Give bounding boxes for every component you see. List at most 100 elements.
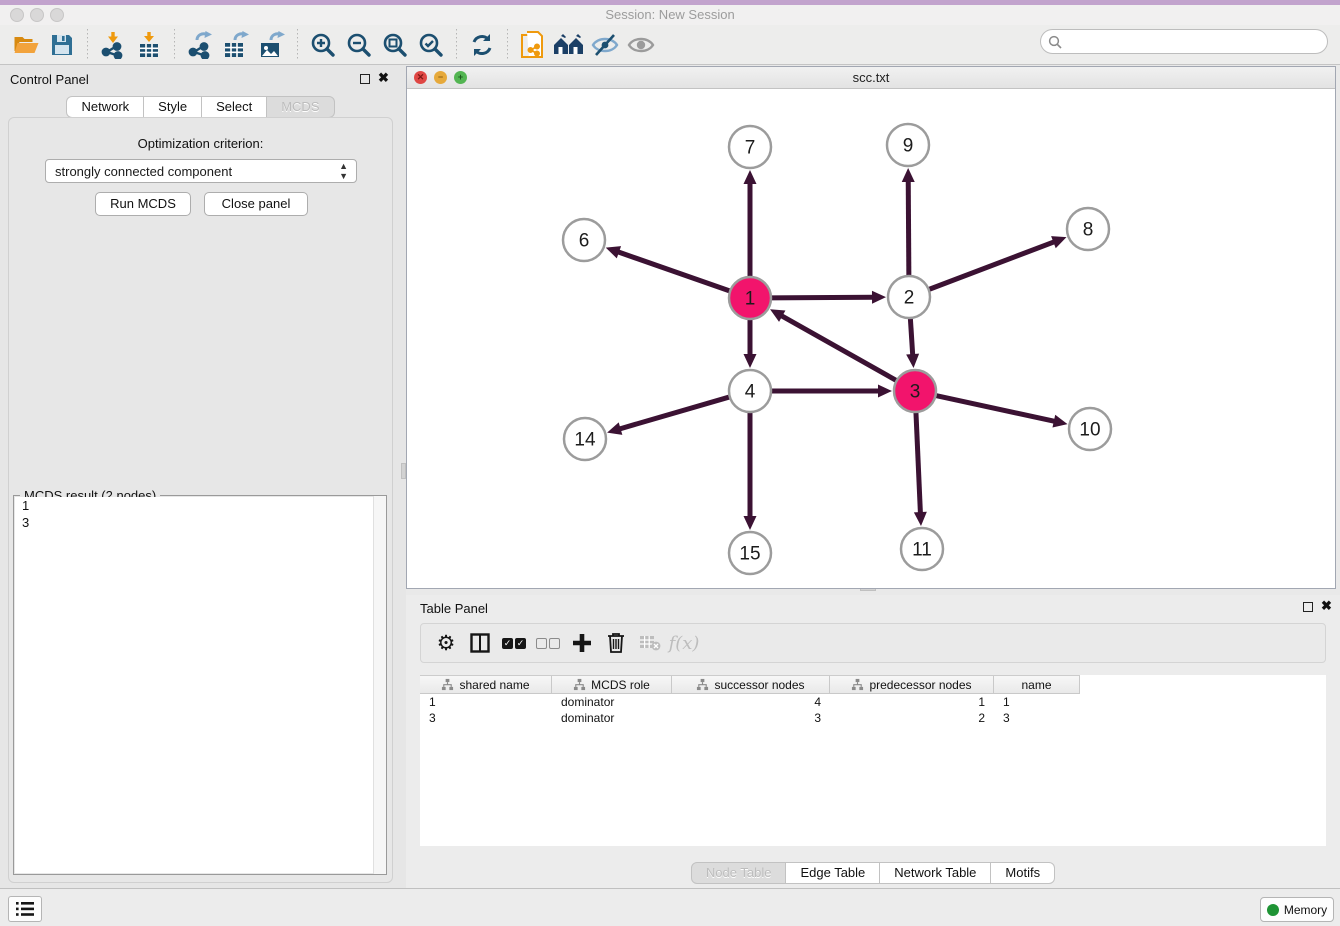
memory-button[interactable]: Memory: [1260, 897, 1334, 922]
graph-edge[interactable]: [910, 316, 913, 356]
close-window-button[interactable]: [10, 8, 24, 22]
float-table-panel-icon[interactable]: [1303, 602, 1313, 612]
graph-edge[interactable]: [908, 180, 909, 278]
control-panel-tabs: Network Style Select MCDS: [0, 96, 401, 118]
graph-edge[interactable]: [780, 315, 898, 381]
criterion-select[interactable]: strongly connected component ▲▼: [45, 159, 357, 183]
table-options-gear-icon[interactable]: ⚙: [429, 628, 463, 658]
table-cell[interactable]: 1: [420, 694, 552, 710]
toolbar-separator: [174, 29, 175, 61]
export-image-icon[interactable]: [254, 28, 290, 62]
select-all-columns-icon[interactable]: ✓✓: [497, 628, 531, 658]
column-header-predecessor-nodes[interactable]: predecessor nodes: [830, 676, 994, 693]
column-header-shared-name[interactable]: shared name: [420, 676, 552, 693]
table-cell[interactable]: 3: [420, 710, 552, 726]
delete-columns-trash-icon[interactable]: [599, 628, 633, 658]
hide-selected-eye-slash-icon[interactable]: [587, 28, 623, 62]
table-row[interactable]: 1dominator411: [420, 694, 1080, 710]
zoom-in-icon[interactable]: [305, 28, 341, 62]
table-panel: Table Panel ✖ ⚙ ✓✓ f(x) shared name MCD: [406, 595, 1340, 888]
close-panel-icon[interactable]: ✖: [378, 70, 389, 86]
table-cell[interactable]: 3: [994, 710, 1080, 726]
graph-edge[interactable]: [927, 241, 1056, 290]
network-close-icon[interactable]: ✕: [414, 71, 427, 84]
toolbar-separator: [456, 29, 457, 61]
tab-motifs[interactable]: Motifs: [991, 862, 1055, 884]
graph-edge-arrowhead: [1051, 236, 1066, 248]
run-mcds-button[interactable]: Run MCDS: [95, 192, 191, 216]
table-cell[interactable]: 1: [830, 694, 994, 710]
tab-mcds[interactable]: MCDS: [267, 96, 334, 118]
unselect-all-columns-icon[interactable]: [531, 628, 565, 658]
graph-edge-arrowhead: [744, 516, 757, 530]
close-table-panel-icon[interactable]: ✖: [1321, 598, 1332, 614]
graph-node-label: 3: [910, 382, 921, 403]
task-history-button[interactable]: [8, 896, 42, 922]
table-row[interactable]: 3dominator323: [420, 710, 1080, 726]
table-panel-title: Table Panel: [420, 601, 488, 616]
export-network-icon[interactable]: [182, 28, 218, 62]
network-minimize-icon[interactable]: −: [434, 71, 447, 84]
network-canvas[interactable]: 7968124314101511: [407, 89, 1335, 589]
graph-edge-arrowhead: [744, 354, 757, 368]
table-cell[interactable]: 3: [672, 710, 830, 726]
graph-edge[interactable]: [934, 395, 1056, 422]
clone-network-icon[interactable]: [515, 28, 551, 62]
column-type-icon: [573, 678, 586, 691]
table-cell[interactable]: dominator: [552, 694, 672, 710]
search-field[interactable]: [1040, 29, 1328, 54]
create-column-icon[interactable]: [565, 628, 599, 658]
mcds-result-line: 3: [15, 514, 385, 531]
minimize-window-button[interactable]: [30, 8, 44, 22]
close-panel-button[interactable]: Close panel: [204, 192, 308, 216]
tab-edge-table[interactable]: Edge Table: [786, 862, 880, 884]
column-header-name[interactable]: name: [994, 676, 1080, 693]
column-type-icon: [851, 678, 864, 691]
graph-edge[interactable]: [619, 396, 732, 429]
network-maximize-icon[interactable]: +: [454, 71, 467, 84]
save-session-icon[interactable]: [44, 28, 80, 62]
node-table-body[interactable]: 1dominator4113dominator323: [420, 694, 1326, 726]
graph-edge[interactable]: [617, 252, 732, 292]
node-table: shared name MCDS role successor nodes pr…: [420, 675, 1326, 846]
import-network-icon[interactable]: [95, 28, 131, 62]
import-table-icon[interactable]: [131, 28, 167, 62]
table-cell[interactable]: 1: [994, 694, 1080, 710]
first-neighbors-icon[interactable]: [551, 28, 587, 62]
graph-edge[interactable]: [769, 297, 874, 298]
main-toolbar: [0, 25, 1340, 65]
tab-node-table[interactable]: Node Table: [691, 862, 787, 884]
search-input[interactable]: [1067, 34, 1327, 49]
mcds-result-line: 1: [15, 497, 385, 514]
zoom-fit-icon[interactable]: [377, 28, 413, 62]
network-window-titlebar[interactable]: ✕ − + scc.txt: [407, 67, 1335, 89]
zoom-out-icon[interactable]: [341, 28, 377, 62]
tab-network-table[interactable]: Network Table: [880, 862, 991, 884]
table-cell[interactable]: dominator: [552, 710, 672, 726]
column-panel-icon[interactable]: [463, 628, 497, 658]
open-file-icon[interactable]: [8, 28, 44, 62]
toolbar-separator: [87, 29, 88, 61]
graph-edge-arrowhead: [906, 354, 919, 368]
graph-edge-arrowhead: [872, 291, 886, 304]
export-table-icon[interactable]: [218, 28, 254, 62]
graph-edge-arrowhead: [744, 170, 757, 184]
graph-edge[interactable]: [916, 410, 921, 514]
float-panel-icon[interactable]: [360, 74, 370, 84]
graph-edge-arrowhead: [607, 422, 622, 434]
graph-node-label: 9: [903, 136, 914, 157]
mcds-result-text[interactable]: 13: [15, 497, 385, 873]
zoom-selected-icon[interactable]: [413, 28, 449, 62]
table-cell[interactable]: 2: [830, 710, 994, 726]
column-header-successor-nodes[interactable]: successor nodes: [672, 676, 830, 693]
column-header-mcds-role[interactable]: MCDS role: [552, 676, 672, 693]
zoom-window-button[interactable]: [50, 8, 64, 22]
result-scrollbar[interactable]: [373, 496, 386, 874]
graph-node-label: 10: [1079, 420, 1100, 441]
table-cell[interactable]: 4: [672, 694, 830, 710]
tab-select[interactable]: Select: [202, 96, 267, 118]
apply-layout-icon[interactable]: [464, 28, 500, 62]
graph-node-label: 6: [579, 231, 590, 252]
tab-style[interactable]: Style: [144, 96, 202, 118]
tab-network[interactable]: Network: [66, 96, 144, 118]
